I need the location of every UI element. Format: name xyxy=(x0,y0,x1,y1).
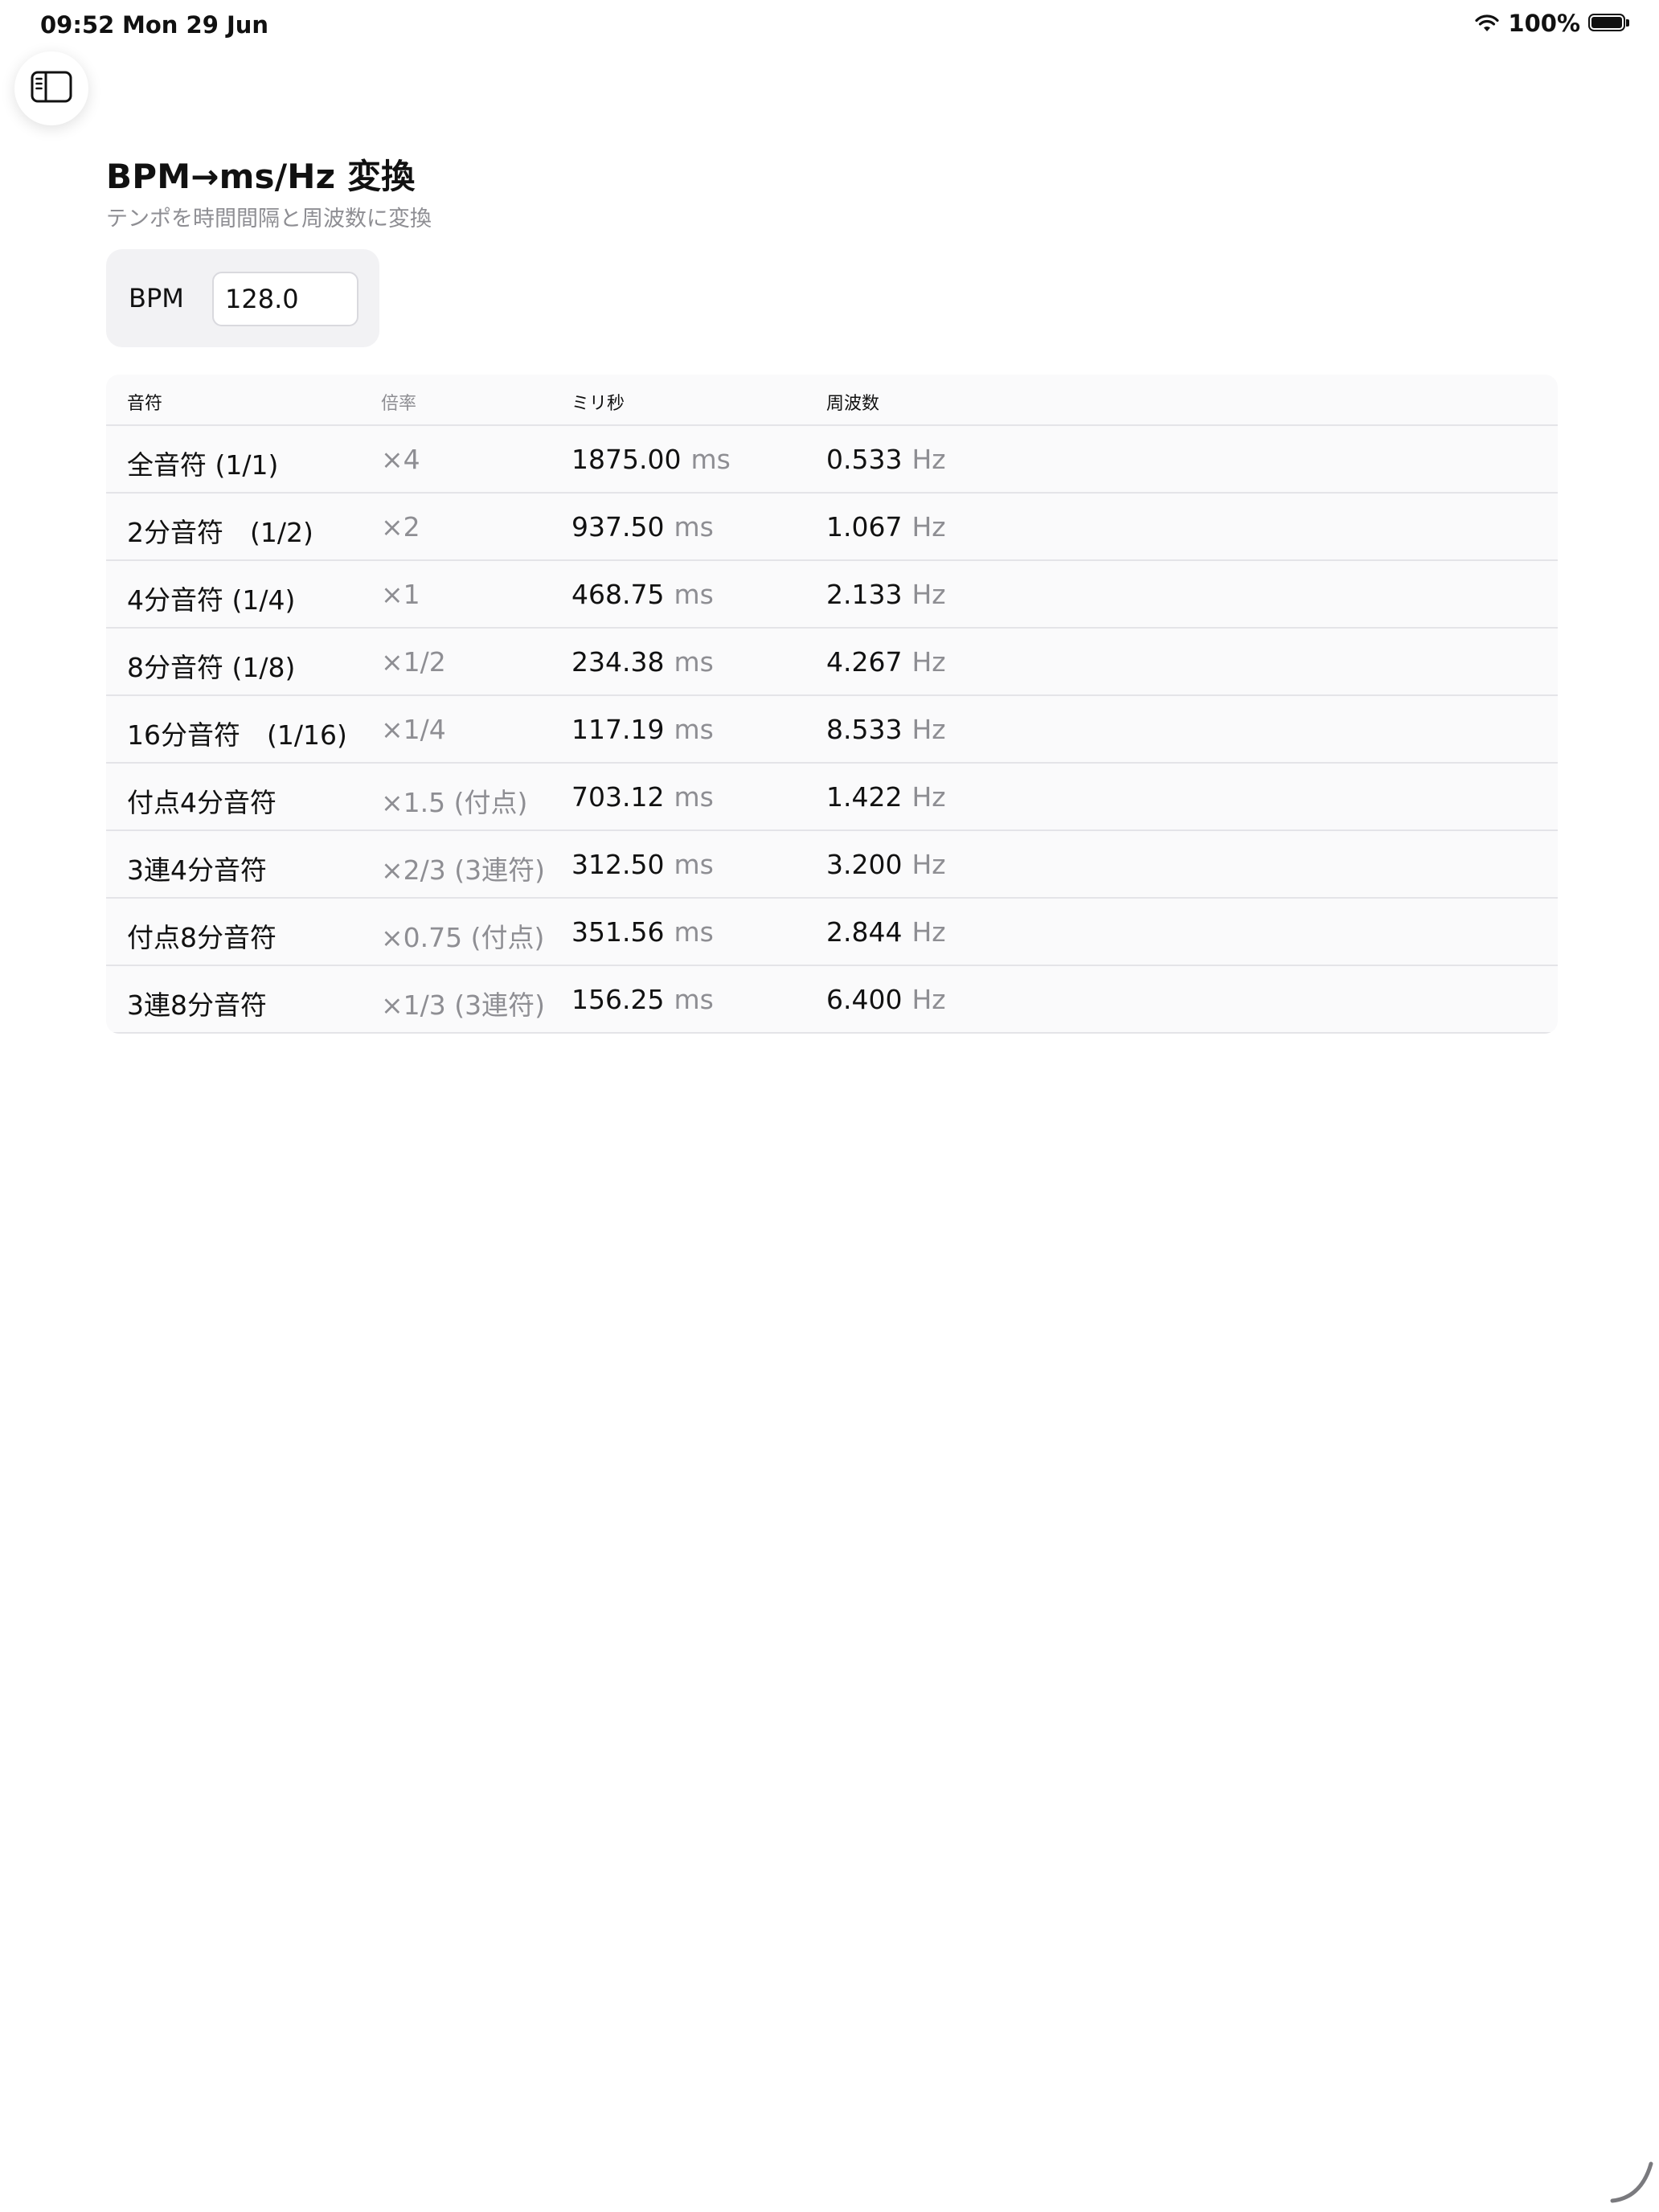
sidebar-toggle-icon xyxy=(31,70,72,107)
multiplier: ×1 xyxy=(381,579,420,610)
column-header-frequency: 周波数 xyxy=(826,394,880,414)
hz-unit: Hz xyxy=(911,849,946,880)
hz-unit: Hz xyxy=(911,444,946,475)
milliseconds-value: 1875.00 ms xyxy=(571,444,731,475)
milliseconds-value: 156.25 ms xyxy=(571,984,714,1015)
multiplier: ×1.5 (付点) xyxy=(381,787,528,818)
ms-unit: ms xyxy=(674,849,714,880)
multiplier: ×4 xyxy=(381,444,420,475)
table-row: 全音符 (1/1) ×4 1875.00 ms 0.533 Hz xyxy=(106,426,1558,494)
table-row: 3連8分音符 ×1/3 (3連符) 156.25 ms 6.400 Hz xyxy=(106,966,1558,1034)
note-name: 付点8分音符 xyxy=(127,922,276,953)
battery-percentage: 100% xyxy=(1508,10,1580,37)
ms-unit: ms xyxy=(674,511,714,543)
sidebar-toggle-button[interactable] xyxy=(14,51,88,125)
hz-unit: Hz xyxy=(911,714,946,745)
ms-unit: ms xyxy=(674,646,714,678)
ms-unit: ms xyxy=(674,579,714,610)
milliseconds-value: 468.75 ms xyxy=(571,579,714,610)
page-subtitle: テンポを時間間隔と周波数に変換 xyxy=(106,207,432,231)
milliseconds-value: 703.12 ms xyxy=(571,781,714,813)
wifi-icon xyxy=(1474,14,1500,33)
table-row: 2分音符 (1/2) ×2 937.50 ms 1.067 Hz xyxy=(106,494,1558,561)
hz-unit: Hz xyxy=(911,984,946,1015)
milliseconds-value: 312.50 ms xyxy=(571,849,714,880)
frequency-value: 6.400 Hz xyxy=(826,984,946,1015)
hz-unit: Hz xyxy=(911,511,946,543)
table-row: 4分音符 (1/4) ×1 468.75 ms 2.133 Hz xyxy=(106,561,1558,629)
hz-unit: Hz xyxy=(911,646,946,678)
hz-unit: Hz xyxy=(911,916,946,948)
frequency-value: 3.200 Hz xyxy=(826,849,946,880)
milliseconds-value: 234.38 ms xyxy=(571,646,714,678)
hz-unit: Hz xyxy=(911,579,946,610)
hz-unit: Hz xyxy=(911,781,946,813)
multiplier: ×1/2 xyxy=(381,646,446,678)
table-row: 16分音符 (1/16) ×1/4 117.19 ms 8.533 Hz xyxy=(106,696,1558,764)
table-row: 3連4分音符 ×2/3 (3連符) 312.50 ms 3.200 Hz xyxy=(106,831,1558,899)
note-name: 付点4分音符 xyxy=(127,787,276,818)
status-date: Mon 29 Jun xyxy=(122,11,269,39)
status-indicators: 100% xyxy=(1474,10,1630,37)
status-bar: 09:52 Mon 29 Jun 100% xyxy=(0,0,1659,51)
ms-unit: ms xyxy=(674,984,714,1015)
frequency-value: 8.533 Hz xyxy=(826,714,946,745)
bpm-label: BPM xyxy=(129,283,184,313)
note-name: 16分音符 (1/16) xyxy=(127,719,347,751)
multiplier: ×2 xyxy=(381,511,420,543)
table-header: 音符 倍率 ミリ秒 周波数 xyxy=(106,375,1558,426)
frequency-value: 1.422 Hz xyxy=(826,781,946,813)
frequency-value: 4.267 Hz xyxy=(826,646,946,678)
frequency-value: 1.067 Hz xyxy=(826,511,946,543)
multiplier: ×0.75 (付点) xyxy=(381,922,545,953)
milliseconds-value: 937.50 ms xyxy=(571,511,714,543)
page-title: BPM→ms/Hz 変換 xyxy=(106,157,416,196)
note-name: 3連4分音符 xyxy=(127,854,267,886)
note-name: 3連8分音符 xyxy=(127,989,267,1021)
ms-unit: ms xyxy=(690,444,731,475)
frequency-value: 0.533 Hz xyxy=(826,444,946,475)
column-header-milliseconds: ミリ秒 xyxy=(571,394,625,414)
table-row: 付点4分音符 ×1.5 (付点) 703.12 ms 1.422 Hz xyxy=(106,764,1558,831)
note-name: 8分音符 (1/8) xyxy=(127,652,296,683)
ms-unit: ms xyxy=(674,916,714,948)
note-name: 4分音符 (1/4) xyxy=(127,584,296,616)
frequency-value: 2.133 Hz xyxy=(826,579,946,610)
milliseconds-value: 117.19 ms xyxy=(571,714,714,745)
ms-unit: ms xyxy=(674,714,714,745)
battery-icon xyxy=(1588,14,1630,33)
milliseconds-value: 351.56 ms xyxy=(571,916,714,948)
multiplier: ×1/4 xyxy=(381,714,446,745)
column-header-multiplier: 倍率 xyxy=(381,394,417,414)
conversion-table: 音符 倍率 ミリ秒 周波数 全音符 (1/1) ×4 1875.00 ms 0.5… xyxy=(106,375,1558,1034)
bpm-input[interactable] xyxy=(212,272,358,326)
column-header-note: 音符 xyxy=(127,394,163,414)
table-row: 8分音符 (1/8) ×1/2 234.38 ms 4.267 Hz xyxy=(106,629,1558,696)
frequency-value: 2.844 Hz xyxy=(826,916,946,948)
multiplier: ×2/3 (3連符) xyxy=(381,854,545,886)
bpm-input-card: BPM xyxy=(106,249,379,347)
note-name: 2分音符 (1/2) xyxy=(127,517,313,548)
table-row: 付点8分音符 ×0.75 (付点) 351.56 ms 2.844 Hz xyxy=(106,899,1558,966)
ms-unit: ms xyxy=(674,781,714,813)
window-resize-handle[interactable] xyxy=(1609,2159,1654,2207)
status-time: 09:52 xyxy=(40,11,115,39)
note-name: 全音符 (1/1) xyxy=(127,449,279,481)
multiplier: ×1/3 (3連符) xyxy=(381,989,545,1021)
